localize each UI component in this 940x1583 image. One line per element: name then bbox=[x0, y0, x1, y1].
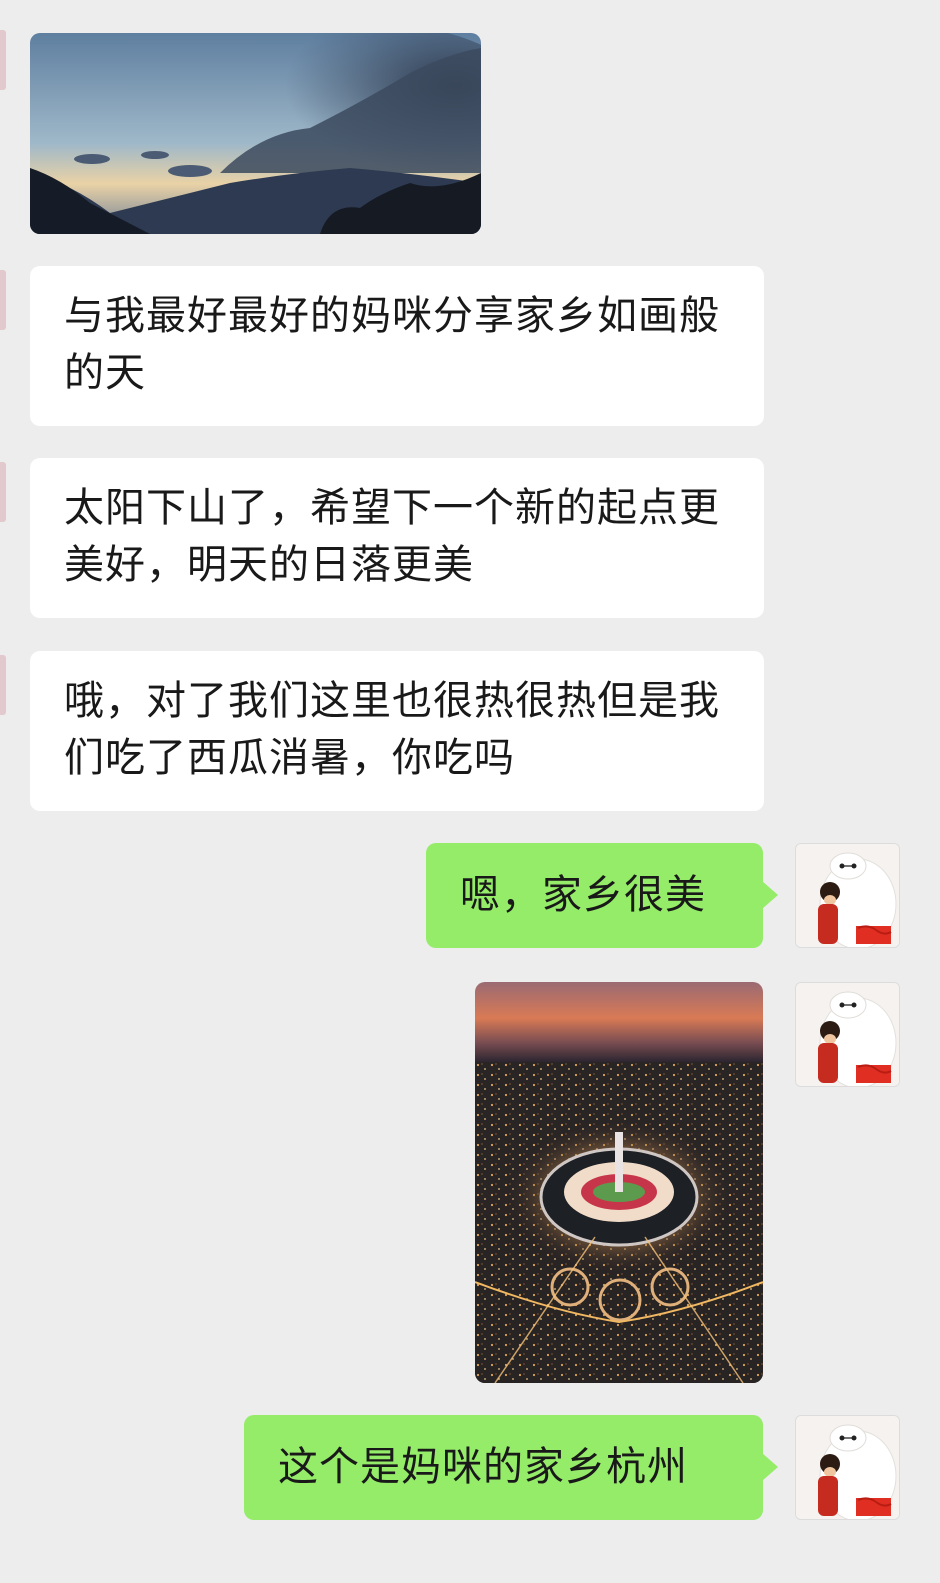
incoming-image-mountain-sunset[interactable] bbox=[30, 33, 481, 234]
hangzhou-city-night-image bbox=[475, 982, 763, 1383]
outgoing-image-hangzhou[interactable] bbox=[475, 982, 763, 1383]
avatar[interactable] bbox=[795, 843, 900, 948]
incoming-message-bubble[interactable]: 太阳下山了，希望下一个新的起点更美好，明天的日落更美 bbox=[30, 458, 764, 618]
robot-hug-avatar-icon bbox=[796, 983, 899, 1086]
robot-hug-avatar-icon bbox=[796, 844, 899, 947]
robot-hug-avatar-icon bbox=[796, 1416, 899, 1519]
message-text: 哦，对了我们这里也很热很热但是我们吃了西瓜消暑，你吃吗 bbox=[64, 678, 720, 781]
outgoing-message-bubble[interactable]: 这个是妈咪的家乡杭州 bbox=[244, 1415, 778, 1520]
cropped-avatar-edge bbox=[0, 270, 6, 330]
chat-window: 与我最好最好的妈咪分享家乡如画般的天 太阳下山了，希望下一个新的起点更美好，明天… bbox=[0, 0, 940, 1583]
message-text: 嗯，家乡很美 bbox=[460, 872, 706, 918]
incoming-message-bubble[interactable]: 与我最好最好的妈咪分享家乡如画般的天 bbox=[30, 266, 764, 426]
incoming-message-bubble[interactable]: 哦，对了我们这里也很热很热但是我们吃了西瓜消暑，你吃吗 bbox=[30, 651, 764, 811]
cropped-avatar-edge bbox=[0, 30, 6, 90]
outgoing-message-bubble[interactable]: 嗯，家乡很美 bbox=[426, 843, 778, 948]
mountain-sunset-image bbox=[30, 33, 481, 234]
cropped-avatar-edge bbox=[0, 462, 6, 522]
avatar[interactable] bbox=[795, 982, 900, 1087]
cropped-avatar-edge bbox=[0, 655, 6, 715]
message-text: 这个是妈咪的家乡杭州 bbox=[278, 1444, 688, 1490]
message-text: 太阳下山了，希望下一个新的起点更美好，明天的日落更美 bbox=[64, 485, 720, 588]
avatar[interactable] bbox=[795, 1415, 900, 1520]
message-text: 与我最好最好的妈咪分享家乡如画般的天 bbox=[64, 293, 720, 396]
